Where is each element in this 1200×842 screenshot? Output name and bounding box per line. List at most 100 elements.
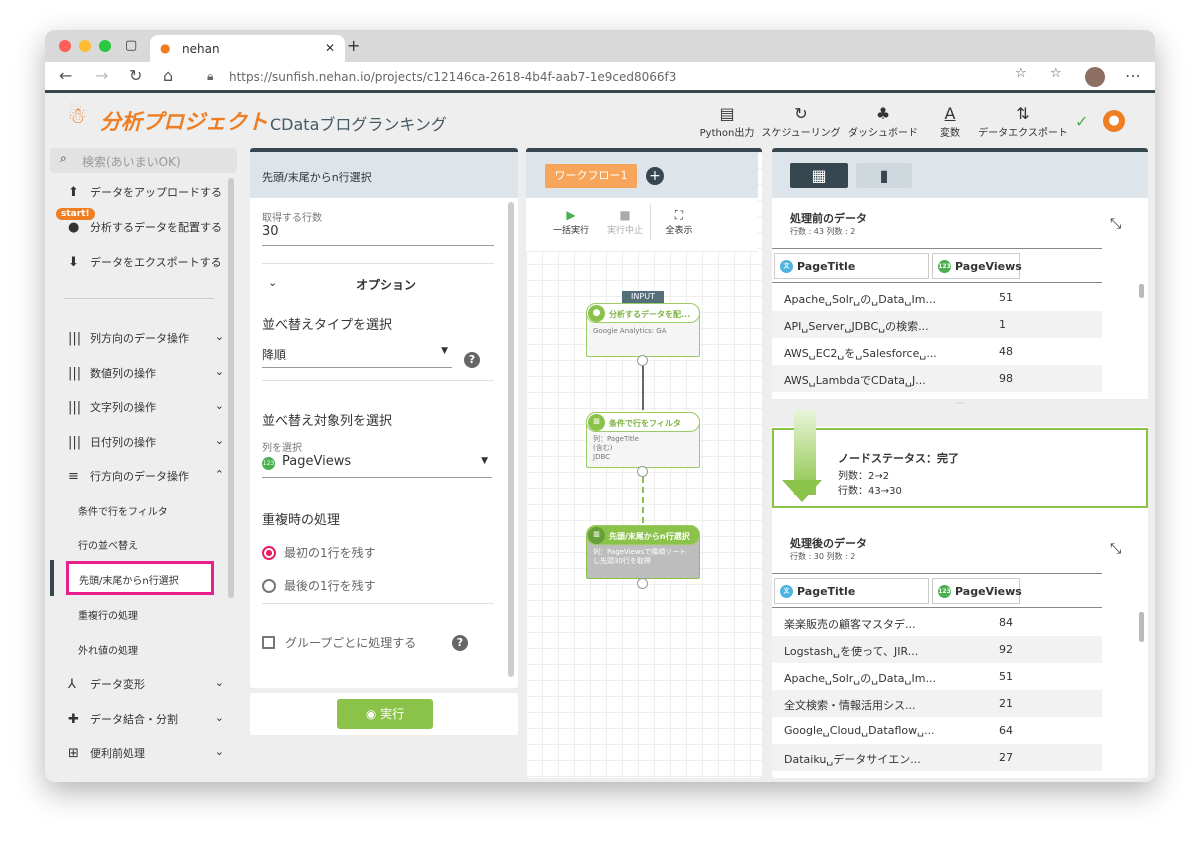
table-row[interactable]: Apache␣Solr␣の␣Data␣Im... 51 — [772, 663, 1102, 690]
sidebar-item-utility[interactable]: ⊞ 便利前処理 ⌄ — [68, 745, 238, 761]
rows-input[interactable]: 30 — [262, 224, 494, 246]
sidebar-item-place-data[interactable]: ● 分析するデータを配置する — [68, 219, 222, 235]
sidebar-item-column-ops[interactable]: ||| 列方向のデータ操作 ⌄ — [68, 330, 238, 346]
sidebar-item-date-ops[interactable]: ||| 日付列の操作 ⌄ — [68, 434, 238, 450]
table-row[interactable]: Dataiku␣データサイエン... 27 — [772, 744, 1102, 771]
table-row[interactable]: AWS␣LambdaでCData␣J... 98 — [772, 365, 1102, 392]
dashboard-button[interactable]: ♣ ダッシュボード — [845, 104, 921, 139]
favorites-list-icon[interactable]: ☆ — [1050, 66, 1062, 81]
sidebar-item-transform[interactable]: ⅄ データ変形 ⌄ — [68, 676, 238, 692]
after-scrollbar[interactable] — [1139, 612, 1144, 642]
stop-button[interactable]: ■ 実行中止 — [600, 208, 650, 236]
run-button[interactable]: ◉ 実行 — [337, 699, 433, 729]
column-header-pagetitle[interactable]: 文 PageTitle — [774, 253, 929, 279]
add-workflow-button[interactable]: + — [646, 167, 664, 185]
tool-label: 実行中止 — [606, 226, 643, 236]
sidebar-subitem-duplicates[interactable]: 重複行の処理 — [78, 607, 138, 622]
column-select[interactable]: 123 PageViews ▼ — [262, 454, 492, 478]
maximize-window-button[interactable] — [99, 40, 111, 52]
node-output-port[interactable] — [637, 578, 648, 589]
forward-icon[interactable]: → — [95, 66, 108, 85]
sidebar-item-export[interactable]: ⬇︎ データをエクスポートする — [68, 254, 222, 270]
edge — [642, 477, 644, 523]
sidebar-scrollbar[interactable] — [228, 178, 234, 598]
sidebar-item-string-ops[interactable]: ||| 文字列の操作 ⌄ — [68, 399, 238, 415]
more-icon[interactable]: ⋯ — [1125, 66, 1141, 85]
help-icon[interactable]: ? — [452, 635, 468, 651]
search-input[interactable]: ⌕ 検索(あいまいOK) — [50, 148, 237, 173]
string-type-icon: 文 — [780, 585, 793, 598]
column-name: PageViews — [955, 585, 1022, 598]
radio-keep-first[interactable]: 最初の1行を残す — [262, 544, 376, 561]
table-view-button[interactable]: ▦ — [790, 163, 848, 188]
scheduling-button[interactable]: ↻ スケジューリング — [761, 104, 841, 139]
sidebar-item-row-ops[interactable]: ≡ 行方向のデータ操作 ⌃ — [68, 468, 238, 484]
sort-type-select[interactable]: 降順 ▼ — [262, 346, 452, 368]
reload-icon[interactable]: ↻ — [129, 66, 142, 85]
divider — [772, 248, 1102, 249]
cell-pageviews: 51 — [999, 670, 1013, 683]
column-header-pageviews[interactable]: 123 PageViews — [932, 253, 1022, 279]
node-output-port[interactable] — [637, 355, 648, 366]
python-export-button[interactable]: ▤ Python出力 — [697, 104, 757, 139]
chevron-down-icon: ⌄ — [214, 711, 224, 724]
group-checkbox[interactable]: グループごとに処理する — [262, 634, 416, 651]
back-icon[interactable]: ← — [59, 66, 72, 85]
expand-icon[interactable]: ⤡ — [1110, 216, 1121, 232]
table-row[interactable]: API␣Server␣JDBC␣の検索... 1 — [772, 311, 1102, 338]
minimize-window-button[interactable] — [79, 40, 91, 52]
sidebar-item-upload[interactable]: ⬆︎ データをアップロードする — [68, 184, 222, 200]
expand-icon[interactable]: ⤡ — [1110, 541, 1121, 557]
run-all-button[interactable]: ▶ 一括実行 — [546, 208, 596, 236]
sidebar-item-join-split[interactable]: ✚ データ結合・分割 ⌄ — [68, 711, 238, 727]
divider — [650, 204, 651, 240]
chevron-down-icon: ⌄ — [214, 676, 224, 689]
tab-workflow-1[interactable]: ワークフロー1 — [545, 164, 637, 188]
table-row[interactable]: 楽楽販売の顧客マスタデ... 84 — [772, 609, 1102, 636]
close-window-button[interactable] — [59, 40, 71, 52]
splitter-handle[interactable]: ⋯ — [772, 399, 1148, 427]
help-icon[interactable]: ? — [464, 352, 480, 368]
tool-label: 変数 — [940, 128, 960, 139]
sidebar-subitem-head-tail[interactable]: 先頭/末尾からn行選択 — [66, 561, 214, 595]
chart-view-button[interactable]: ▮ — [856, 163, 912, 188]
table-row[interactable]: Google␣Cloud␣Dataflow␣... 64 — [772, 717, 1102, 744]
workflow-node-head-tail[interactable]: ≡ 先頭/末尾からn行選択 列：PageViewsで降順ソートし先頭30行を取得 — [586, 525, 700, 579]
tool-label: スケジューリング — [761, 128, 841, 139]
column-header-pageviews[interactable]: 123 PageViews — [932, 578, 1022, 604]
close-tab-icon[interactable]: ✕ — [325, 41, 335, 55]
sidebar-subitem-outliers[interactable]: 外れ値の処理 — [78, 642, 138, 657]
table-row[interactable]: AWS␣EC2␣を␣Salesforce␣... 48 — [772, 338, 1102, 365]
workflow-node-filter[interactable]: ≡ 条件で行をフィルタ 列：PageTitle (含む) JDBC — [586, 412, 700, 468]
table-row[interactable]: Logstash␣を使って、JIR... 92 — [772, 636, 1102, 663]
radio-keep-last[interactable]: 最後の1行を残す — [262, 577, 376, 594]
before-scrollbar[interactable] — [1139, 284, 1144, 298]
sidebar-item-numeric-ops[interactable]: ||| 数値列の操作 ⌄ — [68, 365, 238, 381]
fit-view-button[interactable]: ⛶ 全表示 — [654, 208, 704, 236]
chevron-down-icon[interactable]: ⌄ — [268, 276, 277, 289]
options-toggle[interactable]: オプション — [356, 276, 416, 293]
rows-icon: ≡ — [68, 469, 79, 484]
workflow-node-input[interactable]: ● 分析するデータを配... Google Analytics: GA — [586, 303, 700, 357]
cell-pageviews: 98 — [999, 372, 1013, 385]
node-output-port[interactable] — [637, 466, 648, 477]
home-icon[interactable]: ⌂ — [163, 66, 173, 85]
chat-icon: ● — [588, 305, 605, 322]
user-icon[interactable]: ● — [1103, 110, 1125, 132]
data-export-button[interactable]: ⇅ データエクスポート — [977, 104, 1069, 139]
columns-icon: ||| — [68, 331, 82, 346]
variable-button[interactable]: A 変数 — [930, 104, 970, 139]
sidebar-toggle-icon[interactable]: ▢ — [125, 38, 137, 53]
new-tab-button[interactable]: + — [347, 36, 360, 55]
settings-scrollbar[interactable] — [508, 202, 514, 677]
sidebar-subitem-filter[interactable]: 条件で行をフィルタ — [78, 503, 168, 518]
logo-text[interactable]: 分析プロジェクト — [100, 106, 268, 136]
profile-avatar[interactable] — [1085, 67, 1105, 87]
table-row[interactable]: 全文検索・情報活用シス... 21 — [772, 690, 1102, 717]
table-row[interactable]: Apache␣Solr␣の␣Data␣Im... 51 — [772, 284, 1102, 311]
url-field[interactable]: 🔒︎ https://sunfish.nehan.io/projects/c121… — [195, 65, 1045, 89]
browser-tab[interactable]: ● nehan ✕ — [150, 35, 345, 62]
column-header-pagetitle[interactable]: 文 PageTitle — [774, 578, 929, 604]
sidebar-subitem-sort[interactable]: 行の並べ替え — [78, 537, 138, 552]
favorite-icon[interactable]: ☆ — [1015, 66, 1027, 81]
